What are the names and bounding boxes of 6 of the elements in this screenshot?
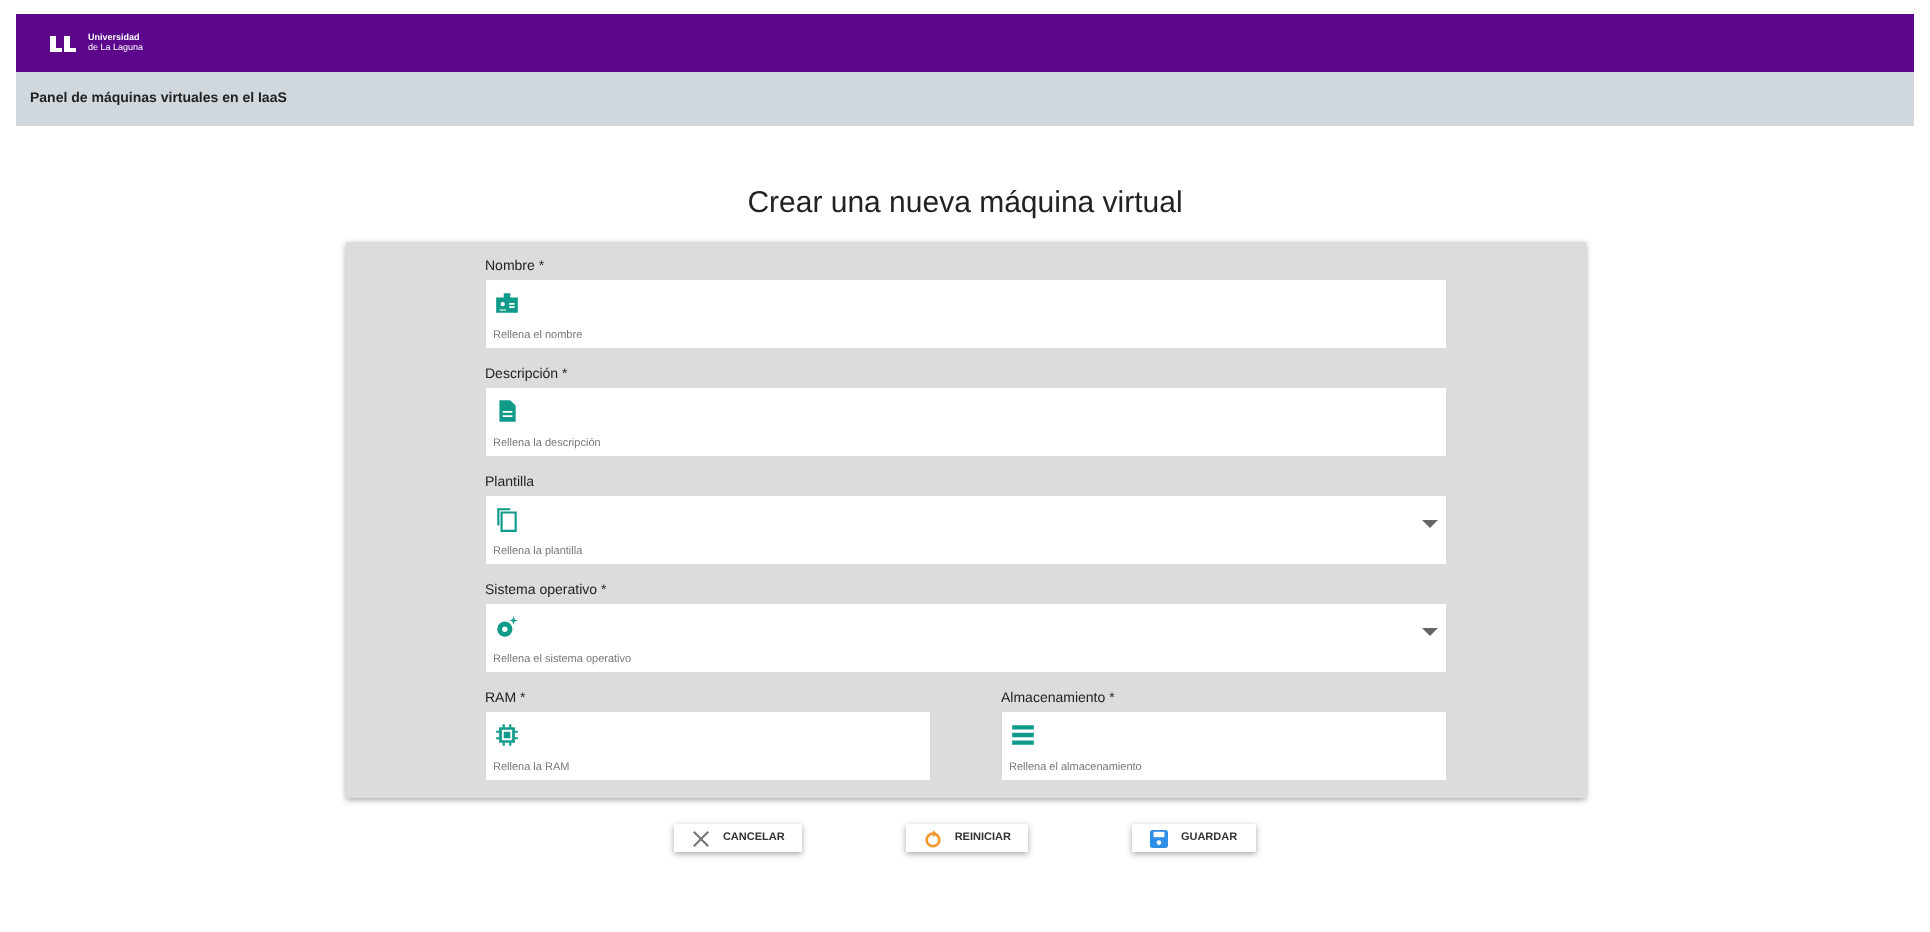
page-title: Crear una nueva máquina virtual: [745, 186, 1185, 224]
close-icon: [692, 829, 711, 847]
logo-icon: [48, 33, 80, 53]
dropdown-caret-icon: [1421, 628, 1437, 636]
refresh-icon: [924, 829, 943, 847]
dropdown-caret-icon: [1421, 520, 1437, 528]
